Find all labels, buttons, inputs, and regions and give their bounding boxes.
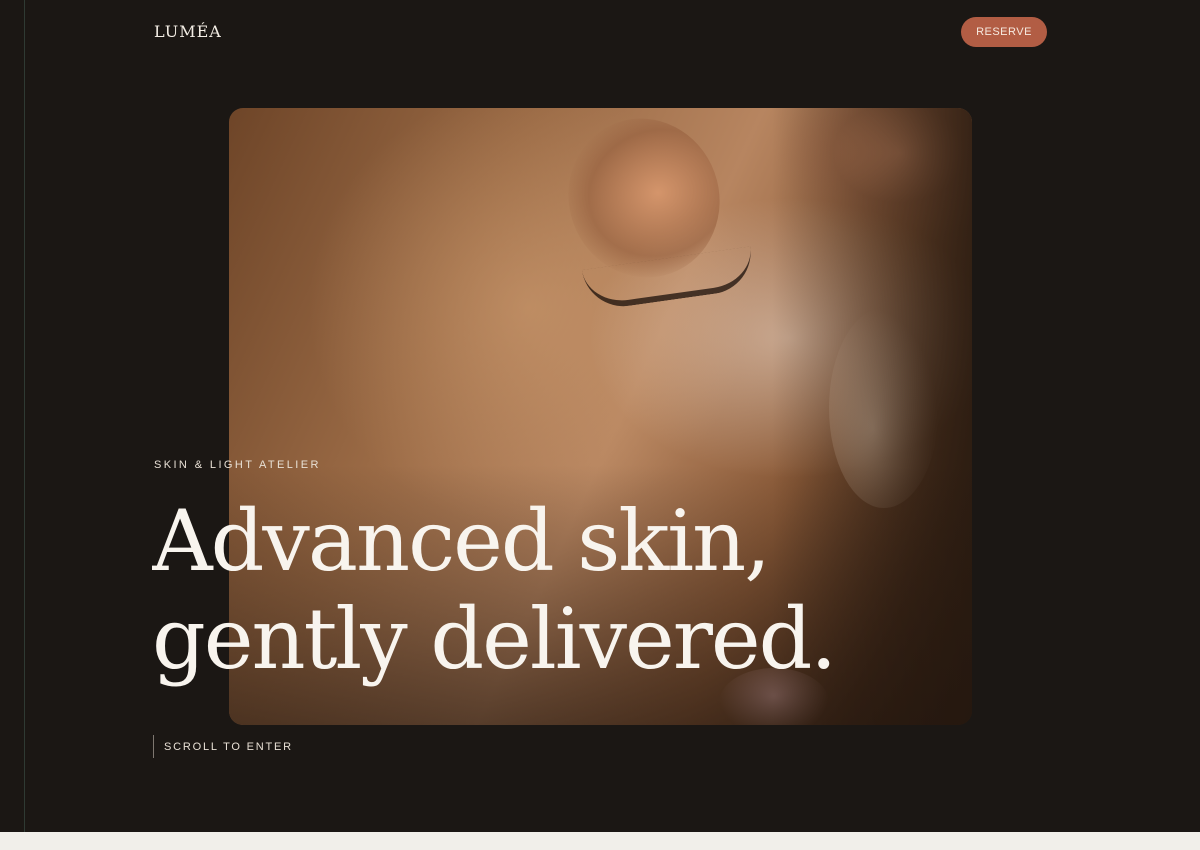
reserve-button[interactable]: RESERVE xyxy=(961,17,1047,47)
brand-logo[interactable]: LUMÉA xyxy=(154,22,222,41)
next-section-edge xyxy=(0,832,1200,850)
hero-eyebrow: SKIN & LIGHT ATELIER xyxy=(154,459,321,471)
scroll-cue-label: SCROLL TO ENTER xyxy=(164,740,293,753)
hero-headline: Advanced skin, gently delivered. xyxy=(152,492,972,688)
scroll-cue[interactable]: SCROLL TO ENTER xyxy=(153,735,293,758)
hero-page: LUMÉA RESERVE SKIN & LIGHT ATELIER Advan… xyxy=(0,0,1200,832)
headline-line-1: Advanced skin, xyxy=(152,492,771,590)
scroll-indicator-line xyxy=(153,735,154,758)
headline-line-2: gently delivered. xyxy=(152,590,837,688)
left-divider-line xyxy=(24,0,25,832)
